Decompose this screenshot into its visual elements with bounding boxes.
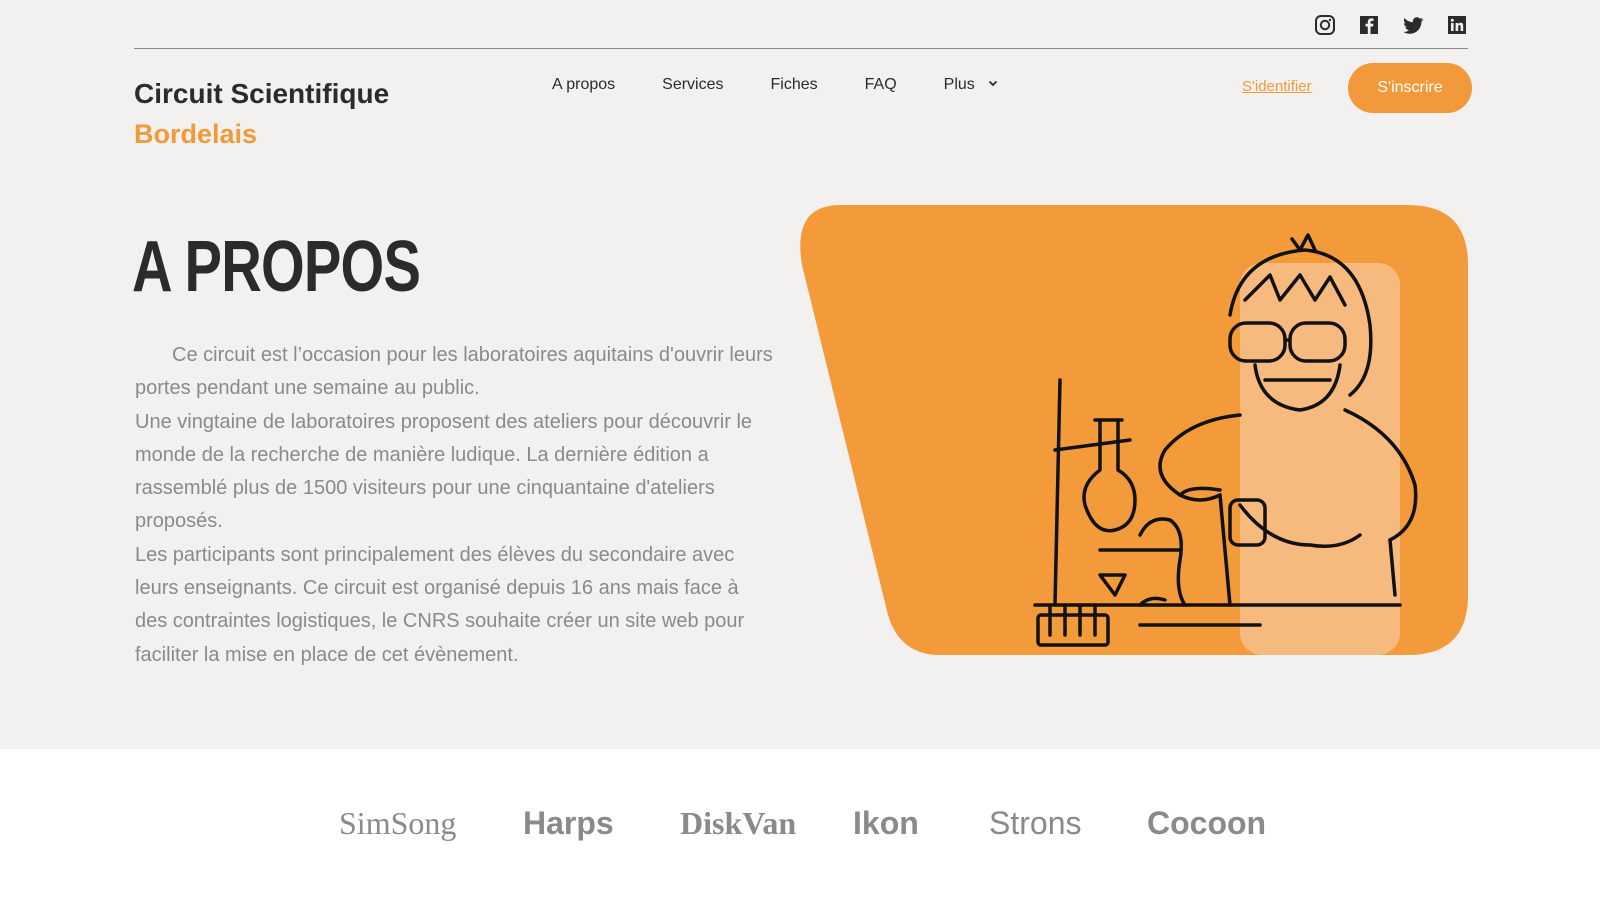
about-description: Ce circuit est l’occasion pour les labor… xyxy=(135,339,775,672)
partner-logo-cocoon: Cocoon xyxy=(1147,805,1267,841)
partner-logo-strons: Strons xyxy=(989,805,1082,841)
partner-logos: SimSong Harps DiskVan Ikon Strons Cocoon xyxy=(0,749,1600,900)
nav-item-faq[interactable]: FAQ xyxy=(865,76,897,94)
hero-illustration xyxy=(800,205,1468,655)
partner-logo-harps: Harps xyxy=(523,805,614,841)
nav-item-a-propos[interactable]: A propos xyxy=(552,76,615,94)
about-paragraph-1: Ce circuit est l’occasion pour les labor… xyxy=(135,344,773,400)
page-title: A PROPOS xyxy=(132,227,421,307)
partner-logo-ikon: Ikon xyxy=(853,805,919,841)
top-bar xyxy=(134,0,1468,49)
twitter-icon[interactable] xyxy=(1402,14,1424,36)
logo-line-1: Circuit Scientifique xyxy=(134,78,390,109)
partner-logo-diskvan: DiskVan xyxy=(680,805,797,841)
nav-item-plus[interactable]: Plus xyxy=(944,76,999,94)
instagram-icon[interactable] xyxy=(1314,14,1336,36)
about-paragraph-3: Les participants sont principalement des… xyxy=(135,543,745,666)
nav-item-fiches[interactable]: Fiches xyxy=(771,76,818,94)
signup-button[interactable]: S'inscrire xyxy=(1348,63,1472,113)
signin-link[interactable]: S'identifier xyxy=(1242,78,1312,95)
main-nav: A propos Services Fiches FAQ Plus xyxy=(552,76,999,94)
logo-line-2: Bordelais xyxy=(134,119,258,149)
nav-item-services[interactable]: Services xyxy=(662,76,723,94)
social-links xyxy=(1314,14,1468,36)
partner-logo-simsong: SimSong xyxy=(339,805,457,841)
linkedin-icon[interactable] xyxy=(1446,14,1468,36)
nav-plus-label: Plus xyxy=(943,76,975,93)
about-paragraph-2: Une vingtaine de laboratoires proposent … xyxy=(135,410,753,533)
chevron-down-icon xyxy=(987,76,999,94)
facebook-icon[interactable] xyxy=(1358,14,1380,36)
site-logo[interactable]: Circuit Scientifique Bordelais xyxy=(134,74,389,154)
